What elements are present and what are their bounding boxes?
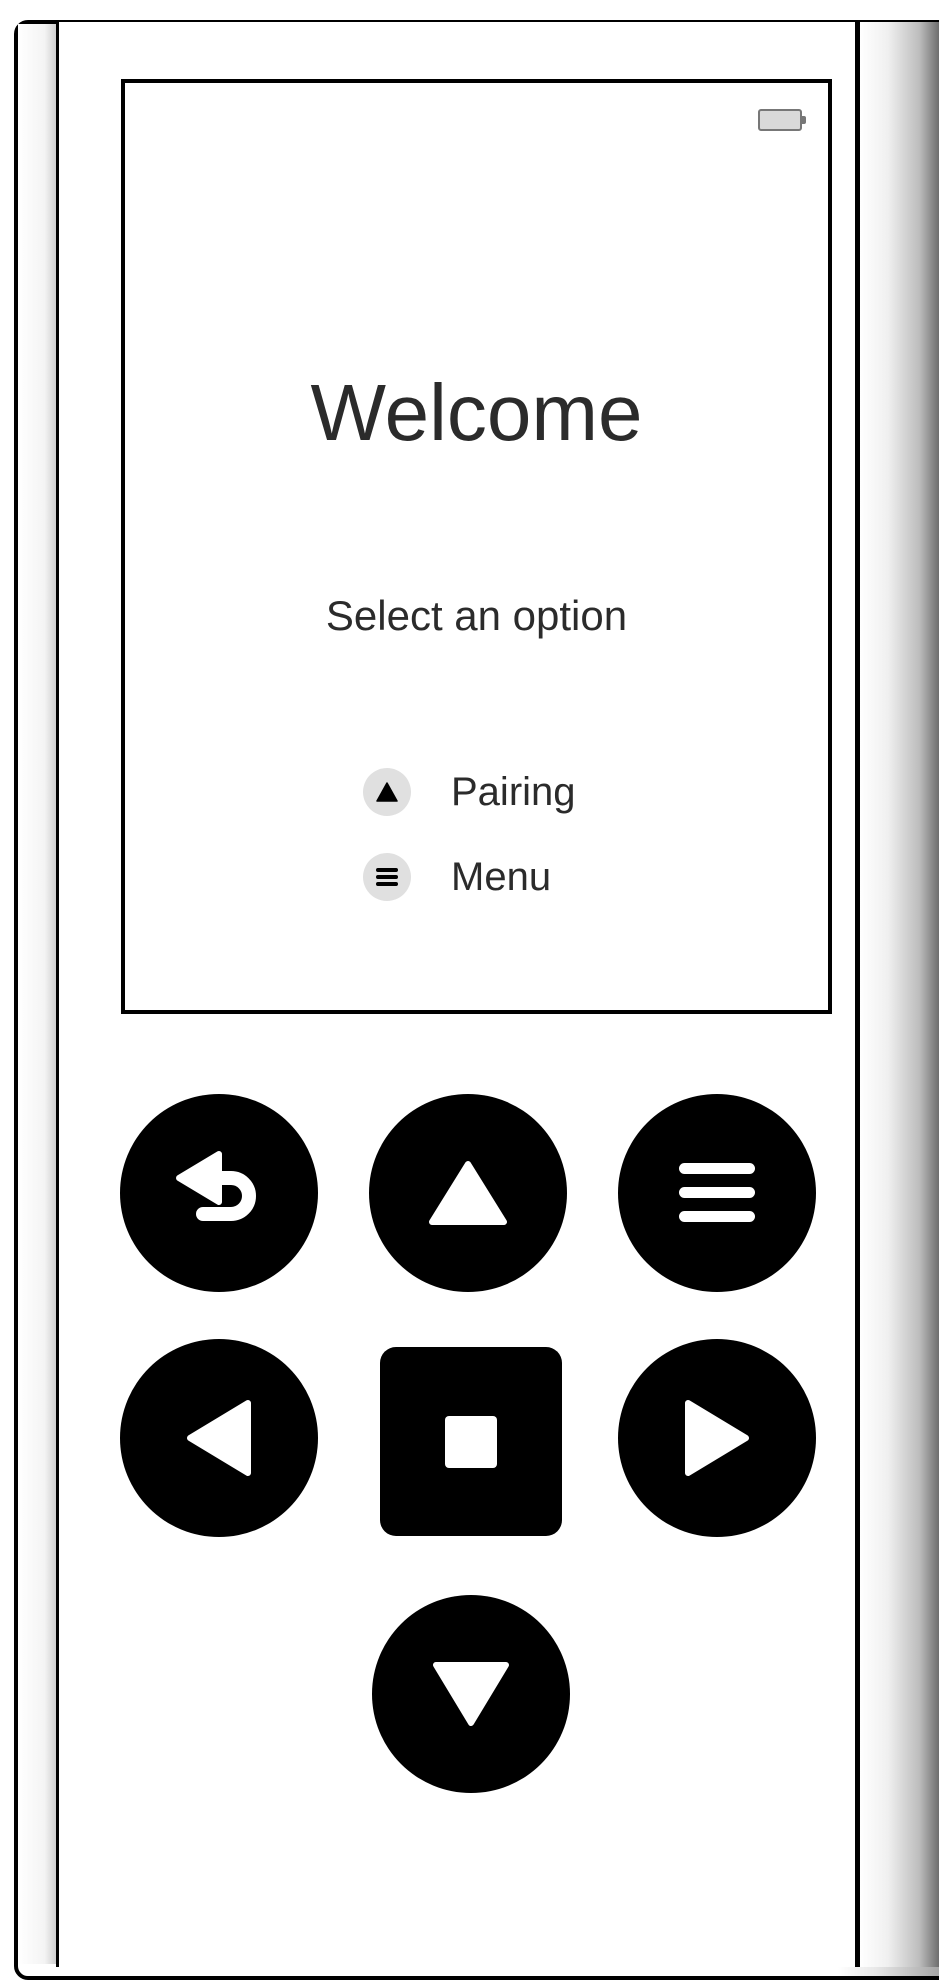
- device-left-edge: [18, 24, 56, 1964]
- triangle-up-icon: [363, 768, 411, 816]
- menu-button[interactable]: [618, 1094, 816, 1292]
- triangle-left-icon: [187, 1400, 251, 1476]
- option-pairing-label: Pairing: [451, 769, 576, 814]
- triangle-right-icon: [685, 1400, 749, 1476]
- hamburger-menu-icon: [363, 853, 411, 901]
- triangle-up-icon: [429, 1161, 507, 1225]
- hamburger-menu-icon: [679, 1163, 755, 1222]
- left-button[interactable]: [120, 1339, 318, 1537]
- stop-button[interactable]: [380, 1347, 562, 1536]
- triangle-down-icon: [433, 1662, 509, 1726]
- up-button[interactable]: [369, 1094, 567, 1292]
- option-pairing: Pairing: [363, 767, 576, 817]
- select-option-subtitle: Select an option: [325, 592, 628, 639]
- welcome-title: Welcome: [310, 368, 643, 457]
- down-button[interactable]: [372, 1595, 570, 1793]
- right-button[interactable]: [618, 1339, 816, 1537]
- option-menu-label: Menu: [451, 854, 552, 899]
- stop-square-icon: [445, 1415, 497, 1468]
- battery-icon: [758, 109, 806, 131]
- back-arrow-icon: [176, 1151, 256, 1221]
- back-button[interactable]: [120, 1094, 318, 1292]
- option-menu: Menu: [363, 852, 551, 902]
- device-right-edge: [858, 22, 939, 1967]
- display-screen: Welcome Select an option Pairing Menu: [121, 79, 832, 1014]
